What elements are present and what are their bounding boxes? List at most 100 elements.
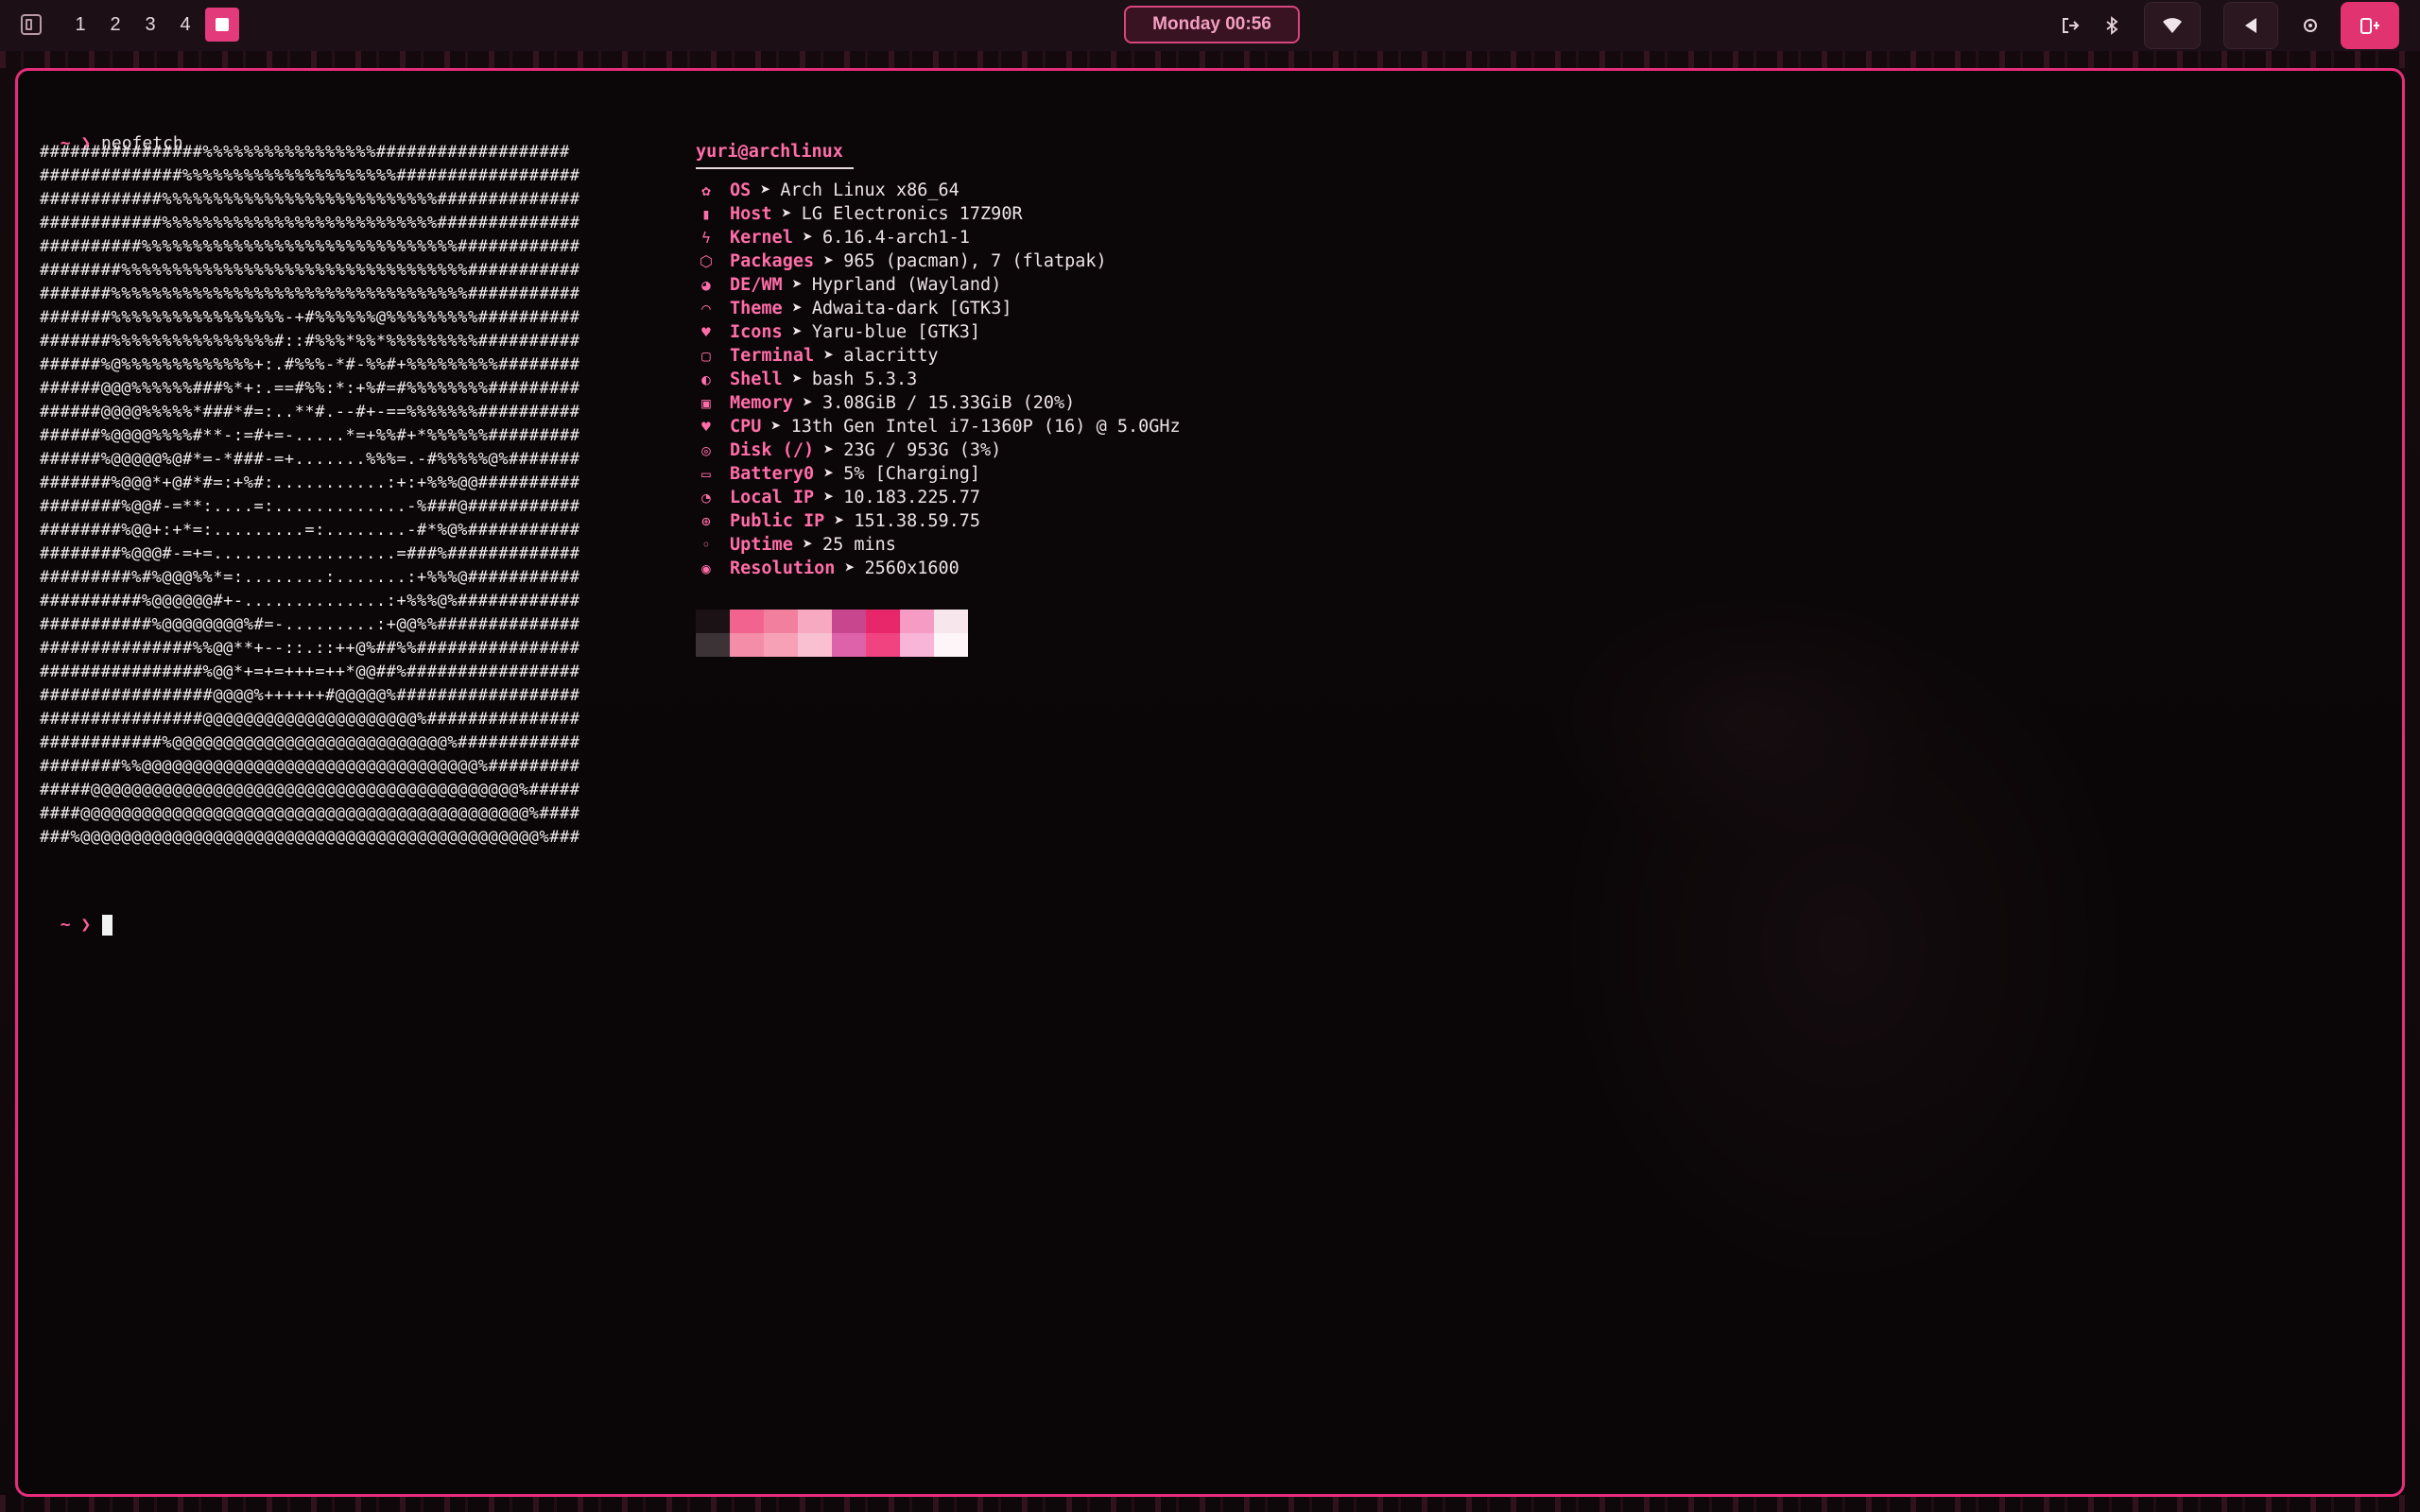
info-key: Icons bbox=[730, 322, 783, 342]
bluetooth-icon[interactable] bbox=[2095, 0, 2129, 51]
ascii-art-logo: ################%%%%%%%%%%%%%%%%%#######… bbox=[40, 141, 580, 850]
info-key: OS bbox=[730, 180, 752, 200]
ascii-art-line: ######@@@@%%%%%*###*#=:..**#.--#+-==%%%%… bbox=[40, 403, 580, 421]
ascii-art-line: #######%%%%%%%%%%%%%%%%#::#%%%*%%*%%%%%%… bbox=[40, 332, 580, 351]
info-value: Adwaita-dark [GTK3] bbox=[811, 299, 1012, 318]
info-row: ♥ Icons ➤ Yaru-blue [GTK3] bbox=[696, 320, 1181, 344]
workspace-2[interactable]: 2 bbox=[98, 8, 132, 42]
clock[interactable]: Monday 00:56 bbox=[1124, 6, 1300, 43]
cpu-heart-icon: ♥ bbox=[701, 417, 711, 436]
ascii-art-line: ######@@@%%%%%%###%*+:.==#%%:*:+%#=#%%%%… bbox=[40, 379, 580, 398]
workspace-1[interactable]: 1 bbox=[63, 8, 97, 42]
info-value: 13th Gen Intel i7-1360P (16) @ 5.0GHz bbox=[790, 417, 1181, 437]
battery-icon: ▭ bbox=[701, 464, 711, 483]
workspace-4[interactable]: 4 bbox=[168, 8, 202, 42]
info-value: Arch Linux x86_64 bbox=[780, 180, 959, 200]
ascii-art-line: ##########%%%%%%%%%%%%%%%%%%%%%%%%%%%%%%… bbox=[40, 237, 580, 256]
info-value: LG Electronics 17Z90R bbox=[801, 204, 1023, 224]
ascii-art-line: ############%@@@@@@@@@@@@@@@@@@@@@@@@@@@… bbox=[40, 733, 580, 752]
arrow-icon: ➤ bbox=[791, 299, 803, 318]
palette-row-bottom bbox=[696, 633, 968, 657]
palette-icon: ◕ bbox=[701, 275, 711, 294]
palette-swatch bbox=[866, 633, 900, 657]
info-key: DE/WM bbox=[730, 275, 783, 295]
info-row: ◠ Theme ➤ Adwaita-dark [GTK3] bbox=[696, 297, 1181, 320]
palette-swatch bbox=[934, 610, 968, 633]
logout-icon[interactable] bbox=[2053, 0, 2087, 51]
target-icon: ◉ bbox=[701, 558, 711, 577]
info-row: ▣ Memory ➤ 3.08GiB / 15.33GiB (20%) bbox=[696, 391, 1181, 415]
ascii-art-line: ######%@@@@@%@#*=-*###-=+.......%%%=.-#%… bbox=[40, 450, 580, 469]
bolt-icon: ϟ bbox=[701, 228, 711, 247]
ascii-art-line: ################%@@*+=+=+++=++*@@##%####… bbox=[40, 662, 580, 681]
arrow-icon: ➤ bbox=[791, 322, 803, 342]
info-key: Shell bbox=[730, 369, 783, 389]
ascii-art-line: ############%%%%%%%%%%%%%%%%%%%%%%%%%%%#… bbox=[40, 214, 580, 232]
info-row: ♥ CPU ➤ 13th Gen Intel i7-1360P (16) @ 5.0G… bbox=[696, 415, 1181, 438]
ascii-art-line: ##########%@@@@@@#+-..............:+%%%@… bbox=[40, 592, 580, 610]
launcher-icon[interactable] bbox=[21, 14, 42, 35]
palette-swatch bbox=[730, 633, 764, 657]
info-row: ◦ Uptime ➤ 25 mins bbox=[696, 533, 1181, 557]
wifi-icon[interactable] bbox=[2144, 2, 2201, 49]
ascii-art-line: ################%%%%%%%%%%%%%%%%%#######… bbox=[40, 143, 570, 162]
network-icon: ◔ bbox=[701, 488, 711, 507]
info-row: ◔ Local IP ➤ 10.183.225.77 bbox=[696, 486, 1181, 509]
ascii-art-line: #######%%%%%%%%%%%%%%%%%%%%%%%%%%%%%%%%%… bbox=[40, 284, 580, 303]
arrow-icon: ➤ bbox=[823, 346, 835, 366]
ascii-art-line: ##############%%%%%%%%%%%%%%%%%%%%%#####… bbox=[40, 166, 580, 185]
power-icon[interactable] bbox=[2341, 2, 2399, 49]
info-value: 5% [Charging] bbox=[843, 464, 981, 484]
info-key: Uptime bbox=[730, 535, 793, 555]
ascii-art-line: #################@@@@%++++++#@@@@@%#####… bbox=[40, 686, 580, 705]
info-key: Disk (/) bbox=[730, 440, 815, 460]
arrow-icon: ➤ bbox=[844, 558, 856, 578]
info-key: Local IP bbox=[730, 488, 815, 507]
ascii-art-line: ######%@%%%%%%%%%%%%%+:.#%%%-*#-%%#+%%%%… bbox=[40, 355, 580, 374]
ascii-art-line: ############%%%%%%%%%%%%%%%%%%%%%%%%%%%#… bbox=[40, 190, 580, 209]
palette-swatch bbox=[798, 610, 832, 633]
shell-icon: ◐ bbox=[701, 369, 711, 388]
palette-swatch bbox=[764, 633, 798, 657]
clock-icon: ◦ bbox=[701, 535, 711, 554]
terminal-icon: ▢ bbox=[701, 346, 711, 365]
workspace-active[interactable] bbox=[205, 8, 239, 42]
heart-icon: ♥ bbox=[701, 322, 711, 341]
info-key: Battery0 bbox=[730, 464, 815, 484]
info-key: Kernel bbox=[730, 228, 793, 248]
arrow-icon: ➤ bbox=[823, 464, 835, 484]
palette-swatch bbox=[696, 610, 730, 633]
volume-icon[interactable] bbox=[2223, 2, 2278, 49]
top-bar: 1 2 3 4 Monday 00:56 bbox=[0, 0, 2420, 51]
brightness-icon[interactable] bbox=[2293, 0, 2327, 51]
color-palette bbox=[696, 610, 968, 657]
ascii-art-line: ################@@@@@@@@@@@@@@@@@@@@@%##… bbox=[40, 710, 580, 729]
package-icon: ⬡ bbox=[700, 251, 713, 270]
palette-swatch bbox=[832, 633, 866, 657]
info-value: bash 5.3.3 bbox=[811, 369, 918, 389]
info-value: 965 (pacman), 7 (flatpak) bbox=[843, 251, 1107, 271]
info-row: ◕ DE/WM ➤ Hyprland (Wayland) bbox=[696, 273, 1181, 297]
workspace-3[interactable]: 3 bbox=[133, 8, 167, 42]
ascii-art-line: ###############%%@@**+--::.::++@%##%%###… bbox=[40, 639, 580, 658]
info-value: Hyprland (Wayland) bbox=[811, 275, 1002, 295]
palette-swatch bbox=[934, 633, 968, 657]
ascii-art-line: #####@@@@@@@@@@@@@@@@@@@@@@@@@@@@@@@@@@@… bbox=[40, 781, 580, 799]
arrow-icon: ➤ bbox=[770, 417, 782, 437]
input-line[interactable]: ~ ❯ bbox=[40, 896, 113, 936]
info-value: 2560x1600 bbox=[864, 558, 959, 578]
info-value: 10.183.225.77 bbox=[843, 488, 981, 507]
user-host: yuri@archlinux bbox=[696, 142, 843, 162]
info-row: ⬡ Packages ➤ 965 (pacman), 7 (flatpak) bbox=[696, 249, 1181, 273]
info-key: CPU bbox=[730, 417, 762, 437]
info-key: Terminal bbox=[730, 346, 815, 366]
info-value: alacritty bbox=[843, 346, 939, 366]
info-row: ▭ Battery0 ➤ 5% [Charging] bbox=[696, 462, 1181, 486]
palette-swatch bbox=[730, 610, 764, 633]
user-host-underline bbox=[696, 167, 854, 169]
palette-swatch bbox=[798, 633, 832, 657]
arrow-icon: ➤ bbox=[802, 535, 813, 555]
info-key: Resolution bbox=[730, 558, 836, 578]
globe-icon: ⊕ bbox=[701, 511, 711, 530]
info-key: Host bbox=[730, 204, 772, 224]
